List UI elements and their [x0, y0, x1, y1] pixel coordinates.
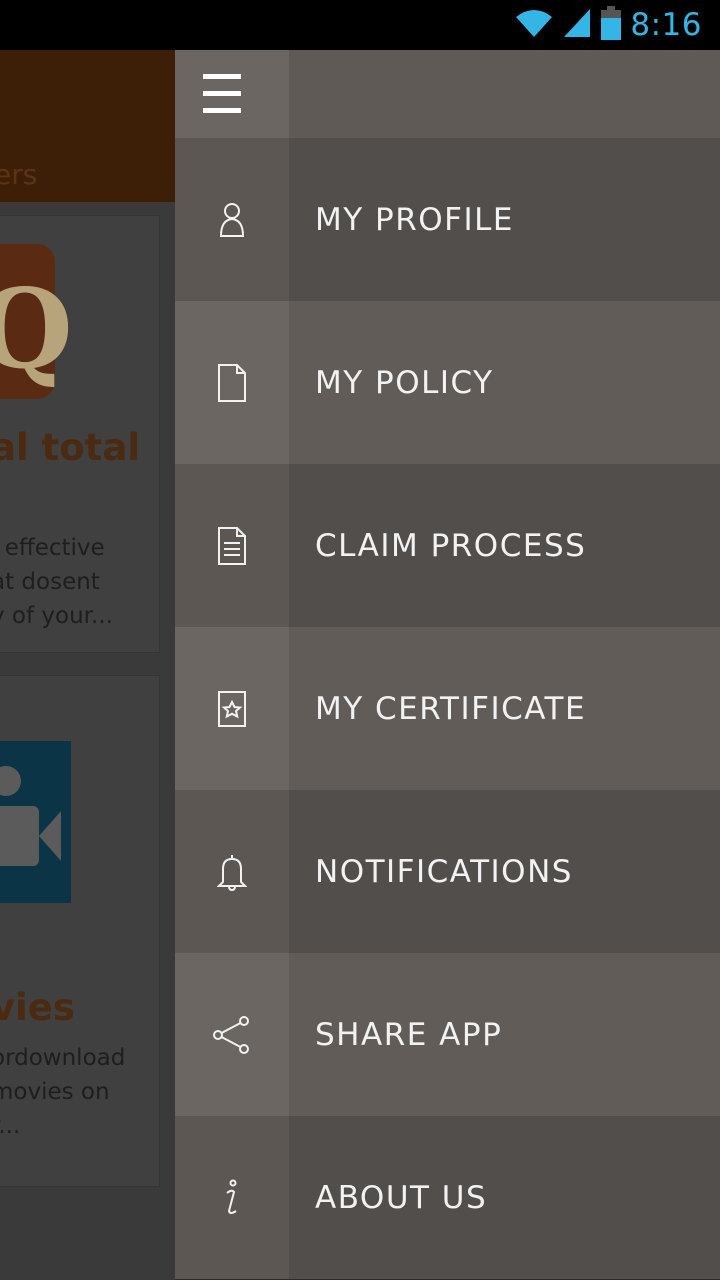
background-app: ers Q al total l effective at dosent y o… — [0, 50, 175, 1280]
menu-item-notifications[interactable]: NOTIFICATIONS — [175, 790, 720, 953]
menu-item-label: MY CERTIFICATE — [315, 690, 587, 727]
background-banner-text: ers — [0, 158, 38, 191]
wifi-icon — [514, 7, 554, 43]
menu-item-my-policy[interactable]: MY POLICY — [175, 301, 720, 464]
drawer-menu: MY PROFILE MY POLICY CLAIM PROCESS MY CE… — [175, 138, 720, 1279]
menu-item-my-profile[interactable]: MY PROFILE — [175, 138, 720, 301]
menu-item-about-us[interactable]: ABOUT US — [175, 1116, 720, 1279]
navigation-drawer: MY PROFILE MY POLICY CLAIM PROCESS MY CE… — [175, 50, 720, 1280]
share-icon — [212, 1015, 252, 1055]
document-icon — [212, 363, 252, 403]
info-icon — [212, 1178, 252, 1218]
card-title: al total — [0, 426, 140, 469]
card-description: ordownload movies on r... — [0, 1045, 126, 1139]
status-icons: 8:16 — [514, 0, 702, 50]
menu-item-share-app[interactable]: SHARE APP — [175, 953, 720, 1116]
menu-item-label: MY PROFILE — [315, 201, 515, 238]
menu-item-label: CLAIM PROCESS — [315, 527, 587, 564]
certificate-star-icon — [212, 689, 252, 729]
bell-icon — [212, 852, 252, 892]
hamburger-icon[interactable] — [203, 74, 241, 114]
background-banner: ers — [0, 50, 175, 202]
card-title: vies — [0, 986, 75, 1029]
background-card: vies ordownload movies on r... — [0, 675, 160, 1187]
status-bar: 8:16 — [0, 0, 720, 50]
menu-item-label: ABOUT US — [315, 1179, 488, 1216]
video-logo — [0, 741, 71, 903]
background-card: Q al total l effective at dosent y of yo… — [0, 215, 160, 653]
clock-time: 8:16 — [630, 7, 702, 43]
card-description: l effective at dosent y of your... — [0, 535, 113, 629]
app-logo: Q — [0, 244, 73, 399]
battery-icon — [600, 6, 622, 44]
menu-item-my-certificate[interactable]: MY CERTIFICATE — [175, 627, 720, 790]
text-document-icon — [212, 526, 252, 566]
drawer-header — [175, 50, 720, 138]
menu-item-label: NOTIFICATIONS — [315, 853, 573, 890]
menu-item-label: MY POLICY — [315, 364, 494, 401]
menu-item-label: SHARE APP — [315, 1016, 503, 1053]
person-icon — [212, 200, 252, 240]
drawer-header-icon-column — [175, 50, 289, 138]
menu-item-claim-process[interactable]: CLAIM PROCESS — [175, 464, 720, 627]
signal-icon — [562, 7, 592, 43]
